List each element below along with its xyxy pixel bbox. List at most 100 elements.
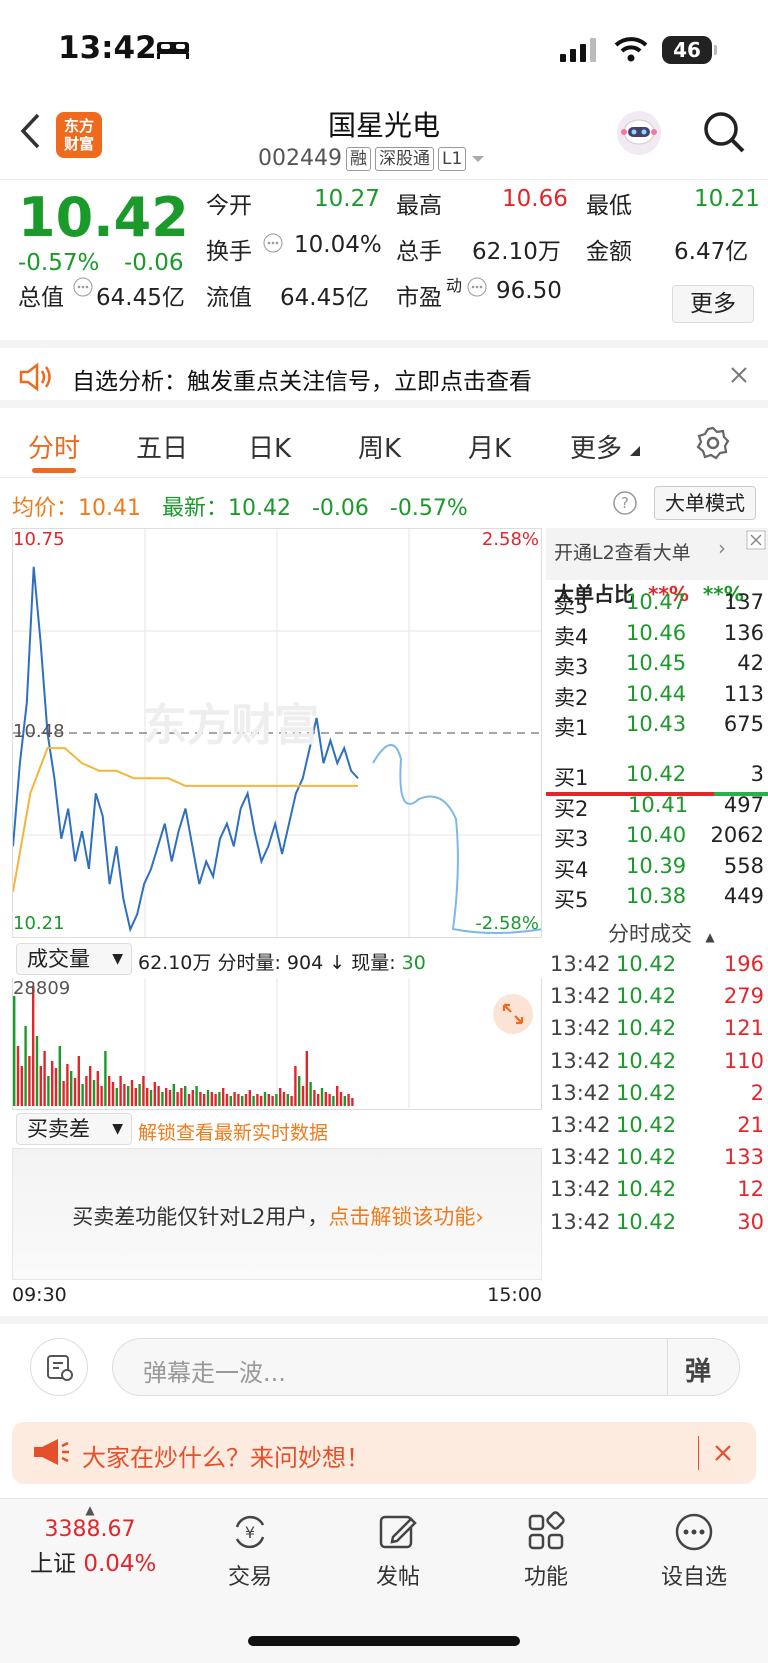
pe-label: 市盈 (396, 285, 442, 311)
volume-bar (108, 1076, 111, 1106)
bid-price: 10.40 (626, 823, 687, 847)
index-ticker[interactable]: ▲ 3388.67 上证 0.04% (30, 1503, 156, 1578)
unlock-feature-link[interactable]: 点击解锁该功能 (328, 1205, 475, 1229)
megaphone-icon (34, 1439, 69, 1465)
tab-weekly-k[interactable]: 周K (358, 428, 401, 465)
volume-chart[interactable]: 28809 (12, 978, 542, 1110)
volume-label: 总手 (396, 239, 442, 265)
sleep-mode-icon (157, 42, 189, 59)
volume-bar (203, 1094, 206, 1106)
indicator-select[interactable]: 成交量 ▼ (16, 943, 132, 975)
trade-label: 交易 (227, 1565, 272, 1590)
volume-bar (96, 1071, 99, 1106)
latest-value: 10.42 (228, 496, 291, 521)
ask-level: 卖3 (554, 655, 589, 679)
latest-label: 最新： (161, 496, 228, 521)
volume-bar (317, 1094, 320, 1106)
functions-button[interactable]: 功能 (486, 1511, 606, 1591)
trade-button[interactable]: ¥ 交易 (190, 1511, 310, 1591)
open-value: 10.27 (314, 186, 380, 212)
more-dots-icon (675, 1513, 713, 1551)
volume-bar (347, 1094, 350, 1106)
tick-price: 10.42 (616, 1080, 677, 1105)
danmu-toggle-button[interactable]: 弹 (685, 1351, 711, 1388)
chevron-right-icon: › (475, 1205, 484, 1229)
tick-time: 13:42 (550, 1145, 611, 1170)
volume-bar (241, 1096, 244, 1106)
tick-time: 13:42 (550, 1113, 611, 1137)
tick-row: 13:42 10.42 12 (550, 1177, 764, 1209)
mcap-label: 总值 (18, 285, 64, 311)
close-icon[interactable] (714, 1444, 732, 1462)
ask-level: 卖1 (554, 716, 589, 740)
info-dots-icon[interactable] (262, 232, 284, 254)
volume-bar (176, 1092, 179, 1106)
avg-label: 均价： (12, 496, 79, 521)
tab-monthly-k[interactable]: 月K (468, 428, 511, 465)
caret-up-icon: ▲ (705, 930, 715, 944)
volume-bar (271, 1096, 274, 1106)
tick-volume: 133 (723, 1145, 764, 1170)
diff-select[interactable]: 买卖差 ▼ (16, 1113, 132, 1145)
volume-bar (153, 1082, 156, 1106)
ask-volume: 136 (723, 620, 764, 645)
corner-arrow-icon (630, 446, 640, 456)
ask-price: 10.47 (626, 590, 687, 614)
seg-volume-arrow: ↓ (329, 952, 346, 974)
tab-daily-k[interactable]: 日K (248, 428, 291, 465)
settings-gear-icon[interactable] (696, 426, 730, 460)
l2-promo[interactable]: 开通L2查看大单 › (546, 528, 768, 580)
expand-icon[interactable] (491, 992, 535, 1036)
search-icon[interactable] (702, 110, 746, 154)
volume-bar (13, 996, 16, 1106)
volume-bar (28, 1056, 31, 1106)
close-icon[interactable] (730, 366, 748, 384)
volume-bar (309, 1082, 312, 1106)
tab-intraday[interactable]: 分时 (28, 428, 80, 465)
bid-volume: 558 (723, 853, 764, 878)
wifi-icon (614, 37, 648, 62)
analysis-alert[interactable]: 自选分析：触发重点关注信号，立即点击查看 (0, 340, 768, 408)
price-summary-line: 均价：10.41 最新：10.42 -0.06 -0.57% (12, 490, 468, 522)
robot-assistant-icon[interactable] (614, 108, 664, 158)
more-quote-button[interactable]: 更多 (672, 285, 754, 323)
info-dots-icon[interactable] (72, 276, 94, 298)
volume-bar (20, 1066, 23, 1106)
danmu-settings-button[interactable] (30, 1338, 88, 1396)
ask-volume: 42 (737, 651, 764, 675)
volume-bar (24, 1026, 27, 1106)
volume-bar (305, 1051, 308, 1106)
volume-bar (336, 1086, 339, 1106)
volume-bar (229, 1096, 232, 1106)
unlock-realtime-link[interactable]: 解锁查看最新实时数据 (138, 1118, 328, 1145)
tab-more[interactable]: 更多 (570, 428, 622, 465)
volume-bar (85, 1076, 88, 1106)
tab-five-day[interactable]: 五日 (136, 428, 188, 465)
tick-price: 10.42 (616, 1113, 677, 1137)
home-indicator (248, 1636, 520, 1646)
tick-row: 13:42 10.42 121 (550, 1016, 764, 1048)
y-max-label: 10.75 (13, 529, 65, 550)
ticks-header[interactable]: 分时成交 ▲ (608, 918, 715, 948)
info-dots-icon[interactable] (466, 276, 488, 298)
help-icon[interactable]: ? (612, 490, 638, 516)
tick-time: 13:42 (550, 1209, 611, 1234)
add-watchlist-label: 设自选 (660, 1565, 727, 1590)
ask-banner[interactable]: 大家在炒什么？来问妙想！ (12, 1422, 756, 1484)
post-button[interactable]: 发帖 (338, 1511, 458, 1591)
big-order-mode-button[interactable]: 大单模式 (654, 486, 756, 520)
avg-value: 10.41 (78, 496, 141, 521)
volume-bar (119, 1076, 122, 1106)
tick-price: 10.42 (616, 1016, 677, 1041)
add-watchlist-button[interactable]: 设自选 (634, 1511, 754, 1591)
tick-row: 13:42 10.42 133 (550, 1145, 764, 1177)
intraday-chart[interactable]: 东方财富 10.75 10.48 10.21 2.58% -2.58% (12, 528, 542, 938)
tick-price: 10.42 (616, 1209, 677, 1234)
volume-bar (225, 1094, 229, 1106)
pe-value: 96.50 (496, 278, 562, 304)
bid-row: 买2 10.41 497 (554, 793, 764, 825)
volume-bar (256, 1094, 259, 1106)
danmu-input[interactable]: 弹幕走一波... 弹 (112, 1338, 740, 1396)
stock-code-row[interactable]: 002449 融 深股通 L1 (258, 146, 486, 171)
close-icon[interactable] (746, 530, 766, 550)
